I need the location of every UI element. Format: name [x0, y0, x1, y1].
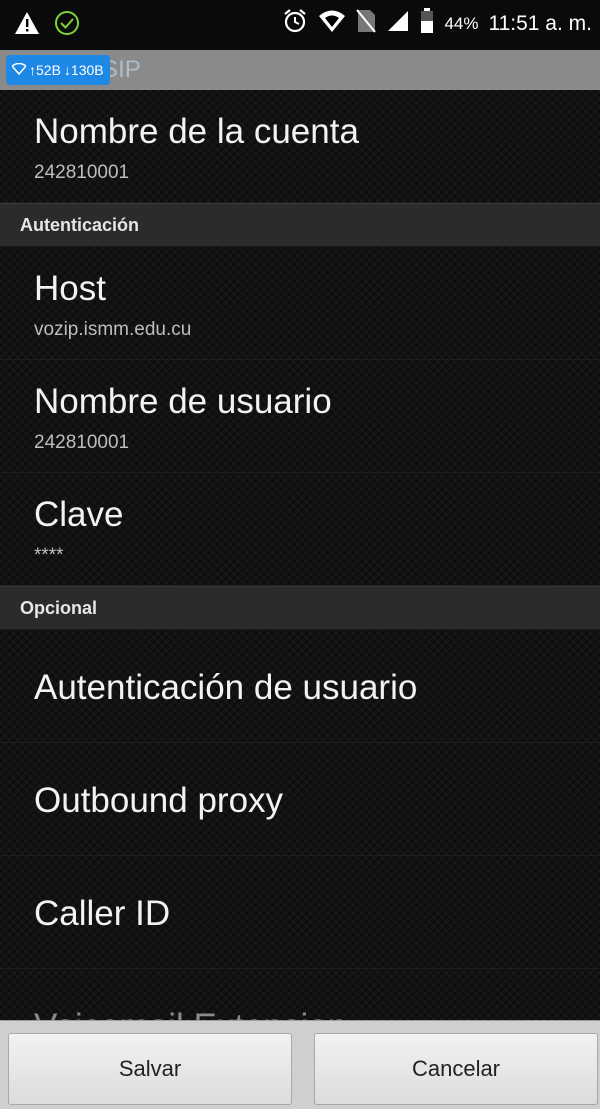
- save-button[interactable]: Salvar: [8, 1033, 292, 1105]
- pref-voicemail-extension[interactable]: Voicemail Extension: [0, 969, 600, 1020]
- pref-summary: vozip.ismm.edu.cu: [34, 319, 192, 340]
- pref-username[interactable]: Nombre de usuario 242810001: [0, 360, 600, 473]
- warning-icon: [14, 11, 40, 40]
- pref-summary: 242810001: [34, 162, 130, 183]
- download-speed: ↓130B: [63, 62, 104, 78]
- pref-outbound-proxy[interactable]: Outbound proxy: [0, 743, 600, 856]
- pref-title: Clave: [34, 495, 124, 534]
- pref-host[interactable]: Host vozip.ismm.edu.cu: [0, 247, 600, 360]
- status-bar: 44% 11:51 a. m.: [0, 0, 600, 50]
- pref-user-authentication[interactable]: Autenticación de usuario: [0, 630, 600, 743]
- no-sim-icon: [356, 8, 377, 39]
- pref-title: Outbound proxy: [34, 781, 284, 820]
- category-authentication: Autenticación: [0, 203, 600, 247]
- status-time: 11:51 a. m.: [488, 11, 592, 35]
- wifi-icon: [318, 8, 346, 39]
- pref-title: Nombre de usuario: [34, 382, 332, 421]
- pref-title: Nombre de la cuenta: [34, 112, 359, 151]
- pref-title: Voicemail Extension: [34, 1007, 347, 1020]
- settings-list[interactable]: Nombre de la cuenta 242810001 Autenticac…: [0, 90, 600, 1020]
- upload-speed: ↑52B: [29, 62, 61, 78]
- pref-caller-id[interactable]: Caller ID: [0, 856, 600, 969]
- pref-password[interactable]: Clave ****: [0, 473, 600, 586]
- pref-title: Autenticación de usuario: [34, 668, 418, 707]
- cancel-button[interactable]: Cancelar: [314, 1033, 598, 1105]
- pref-summary: 242810001: [34, 432, 130, 453]
- category-optional: Opcional: [0, 586, 600, 630]
- pref-summary: ****: [34, 545, 64, 566]
- pref-title: Host: [34, 269, 106, 308]
- wifi-small-icon: [10, 62, 28, 78]
- signal-icon: [386, 9, 410, 38]
- pref-account-name[interactable]: Nombre de la cuenta 242810001: [0, 90, 600, 203]
- battery-percent: 44%: [444, 13, 479, 33]
- network-speed-badge: ↑52B ↓130B: [6, 55, 110, 85]
- button-bar: Salvar Cancelar: [0, 1020, 600, 1109]
- alarm-icon: [282, 8, 308, 39]
- pref-title: Caller ID: [34, 894, 171, 933]
- check-circle-icon: [54, 10, 80, 41]
- battery-icon: [420, 8, 434, 39]
